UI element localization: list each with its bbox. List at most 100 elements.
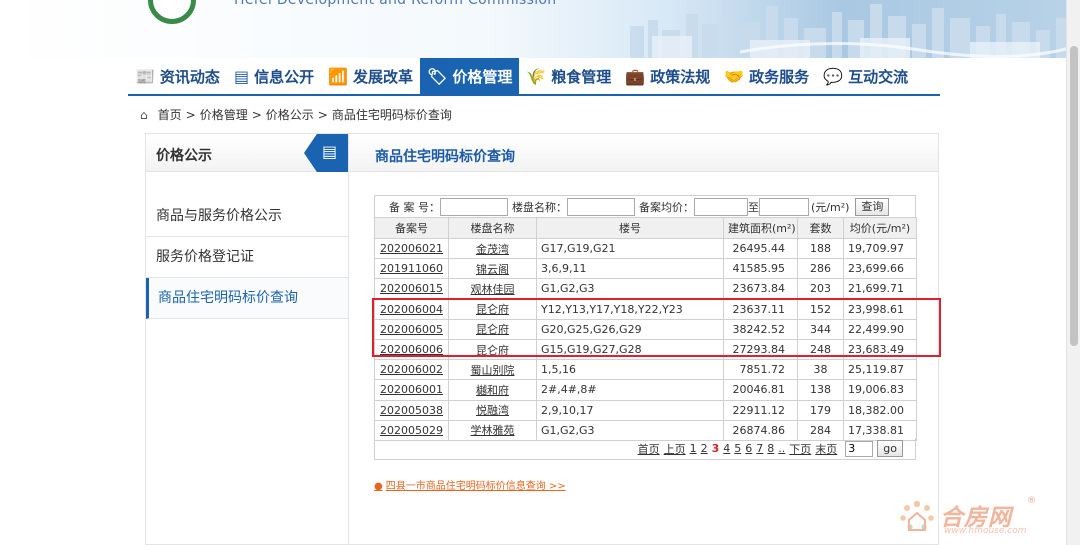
header-banner: Hefei Development and Reform Commission [0, 0, 1080, 58]
breadcrumb-home[interactable]: 首页 [158, 106, 182, 123]
price-unit-label: (元/m²) [811, 200, 850, 214]
project-name-link[interactable]: 昆仑府 [476, 323, 509, 336]
table-cell: 202005038 [374, 399, 449, 421]
unit-count-cell: 344 [810, 322, 831, 336]
breadcrumb-price-notice[interactable]: 价格公示 [266, 106, 314, 123]
project-name-link[interactable]: 观林佳园 [471, 283, 515, 296]
list-icon: ▤ [322, 142, 338, 161]
table-cell: 201911060 [374, 258, 449, 280]
avg-price-cell: 23,683.49 [848, 343, 904, 357]
commission-logo [148, 0, 196, 24]
scrollbar-thumb[interactable] [1070, 46, 1078, 346]
breadcrumb-separator: > [317, 107, 328, 122]
filter-bar: 备 案 号： 楼盘名称： 备案均价： 至 (元/m²) 查询 [374, 195, 916, 217]
nav-item-price-management[interactable]: 🏷 价格管理 [420, 58, 520, 94]
table-cell: 昆仑府 [448, 318, 537, 340]
max-price-input[interactable] [759, 197, 809, 216]
avg-price-cell: 19,709.97 [848, 242, 904, 256]
project-name-input[interactable] [567, 197, 635, 216]
table-cell: 蜀山别院 [448, 359, 537, 381]
pager-first[interactable]: 首页 [638, 441, 660, 457]
sidebar-title: 价格公示 [156, 148, 212, 164]
record-number-link[interactable]: 202006005 [380, 323, 443, 336]
table-cell: 观林佳园 [448, 278, 537, 300]
floor-area-cell: 7851.72 [739, 363, 786, 377]
sidebar-item-goods-services-price[interactable]: 商品与服务价格公示 [146, 196, 349, 237]
unit-count-cell: 152 [810, 302, 831, 316]
pager-page-4[interactable]: 4 [723, 442, 730, 455]
table-cell: 金茂湾 [448, 237, 537, 260]
record-number-input[interactable] [440, 197, 508, 216]
record-number-link[interactable]: 201911060 [380, 262, 443, 275]
record-number-link[interactable]: 202005029 [380, 424, 443, 437]
price-range-to-label: 至 [748, 200, 759, 214]
hfhouse-watermark: 合房网 ® www.hfhouse.com [896, 496, 1046, 538]
nav-item-info-disclosure[interactable]: ▤ 信息公开 [227, 59, 321, 93]
nav-item-gov-services[interactable]: 🤝 政务服务 [717, 59, 816, 93]
avg-price-cell: 17,338.81 [848, 423, 904, 437]
table-cell: 344 [797, 318, 844, 340]
sidebar-item-housing-price-query[interactable]: 商品住宅明码标价查询 [146, 278, 349, 319]
table-cell: 248 [797, 338, 844, 361]
project-name-link[interactable]: 蜀山别院 [471, 364, 515, 377]
project-name-link[interactable]: 学林雅苑 [471, 424, 515, 437]
pager-page-input[interactable] [845, 440, 874, 457]
page-scrollbar[interactable] [1066, 0, 1080, 545]
pager-next[interactable]: 下页 [789, 441, 811, 457]
pager-page-1[interactable]: 1 [690, 442, 697, 455]
record-number-link[interactable]: 202006002 [380, 363, 443, 376]
county-link-label: 四县一市商品住宅明码标价信息查询 >> [385, 481, 566, 492]
project-name-link[interactable]: 悦融湾 [476, 404, 509, 417]
nav-item-grain-management[interactable]: 🌾 粮食管理 [519, 59, 618, 93]
table-cell: 25,119.87 [843, 359, 917, 381]
newspaper-icon: 📰 [135, 66, 155, 86]
pager-page-6[interactable]: 6 [745, 442, 752, 455]
pager-ellipsis[interactable]: .. [778, 442, 785, 455]
building-numbers-cell: 2#,4#,8# [541, 383, 597, 397]
pager-page-5[interactable]: 5 [734, 442, 741, 455]
county-housing-price-link[interactable]: ● 四县一市商品住宅明码标价信息查询 >> [374, 477, 566, 492]
pager-page-2[interactable]: 2 [701, 442, 708, 455]
record-number-link[interactable]: 202006004 [380, 303, 443, 316]
pager-last[interactable]: 末页 [815, 441, 837, 457]
record-number-link[interactable]: 202006001 [380, 383, 443, 396]
table-cell: G17,G19,G21 [536, 237, 724, 260]
unit-count-cell: 38 [813, 363, 828, 377]
table-cell: 202006001 [374, 379, 449, 401]
banner-english-title: Hefei Development and Reform Commission [234, 0, 557, 8]
nav-item-label: 政务服务 [749, 67, 810, 86]
project-name-link[interactable]: 樾和府 [476, 384, 509, 397]
pager-page-7[interactable]: 7 [756, 442, 763, 455]
building-numbers-cell: G1,G2,G3 [541, 423, 595, 437]
nav-item-news[interactable]: 📰 资讯动态 [128, 59, 227, 93]
min-price-input[interactable] [694, 197, 748, 216]
pager-page-8[interactable]: 8 [767, 442, 774, 455]
floor-area-cell: 20046.81 [732, 383, 786, 397]
breadcrumb-price-management[interactable]: 价格管理 [200, 106, 248, 123]
watermark-registered: ® [1027, 496, 1036, 506]
record-number-link[interactable]: 202006006 [380, 343, 443, 356]
nav-item-development-reform[interactable]: 📶 发展改革 [321, 59, 420, 93]
query-button[interactable]: 查询 [855, 197, 890, 216]
floor-area-cell: 26874.86 [732, 423, 786, 437]
table-cell: 22911.12 [723, 399, 798, 421]
table-body: 202006021 金茂湾 G17,G19,G21 26495.44 188 19,709… [374, 237, 917, 441]
project-name-link[interactable]: 锦云阁 [476, 263, 509, 276]
avg-price-label: 备案均价： [639, 200, 694, 214]
record-number-link[interactable]: 202006015 [380, 282, 443, 295]
pager-go-button[interactable]: go [877, 440, 903, 457]
project-name-label: 楼盘名称： [512, 200, 567, 214]
project-name-link[interactable]: 昆仑府 [476, 344, 509, 357]
table-cell: 38242.52 [723, 318, 798, 340]
unit-count-cell: 286 [810, 262, 831, 276]
nav-item-policies[interactable]: 💼 政策法规 [618, 59, 717, 93]
project-name-link[interactable]: 金茂湾 [476, 243, 509, 256]
sidebar-item-service-price-registration[interactable]: 服务价格登记证 [146, 237, 349, 278]
record-number-link[interactable]: 202005038 [380, 404, 443, 417]
nav-item-interaction[interactable]: 💬 互动交流 [816, 59, 915, 93]
building-numbers-cell: 3,6,9,11 [541, 262, 587, 276]
pager-prev[interactable]: 上页 [664, 441, 686, 457]
project-name-link[interactable]: 昆仑府 [476, 303, 509, 316]
record-number-link[interactable]: 202006021 [380, 242, 443, 255]
home-icon[interactable]: ⌂ [140, 108, 148, 122]
